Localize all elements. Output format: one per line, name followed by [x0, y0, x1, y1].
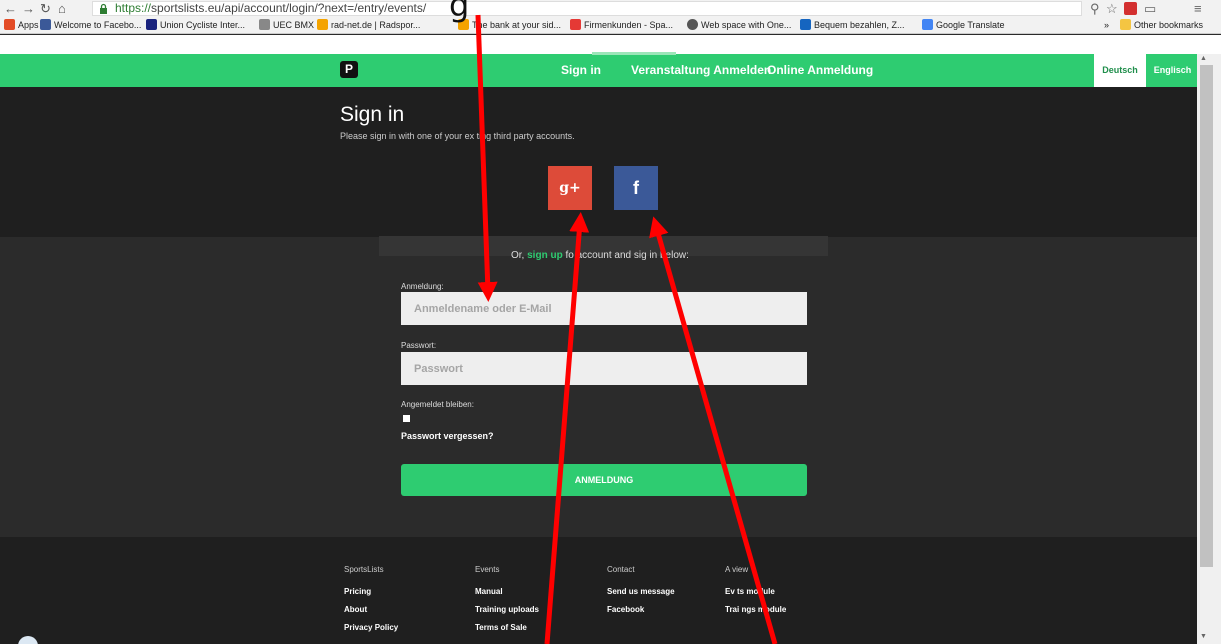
- sign-in-hero: [0, 87, 1197, 237]
- lang-deutsch[interactable]: Deutsch: [1094, 54, 1146, 87]
- bookmark-label: Firmenkunden - Spa...: [584, 20, 674, 30]
- bookmark-google-translate[interactable]: Google Translate: [922, 19, 1005, 32]
- bookmark-label: Apps: [18, 20, 39, 30]
- oneandone-icon: [687, 19, 698, 30]
- page-subtitle: Please sign in with one of your ex ting …: [340, 131, 575, 141]
- bookmark-bequem[interactable]: Bequem bezahlen, Z...: [800, 19, 905, 32]
- extension-icon[interactable]: [1124, 2, 1137, 15]
- signup-hint: Or, sign up fo account and sig in below:: [511, 250, 689, 261]
- site-footer: [0, 537, 1197, 644]
- scroll-up-icon[interactable]: ▲: [1200, 55, 1207, 62]
- sign-up-link[interactable]: sign up: [527, 250, 563, 261]
- lock-icon: [100, 3, 107, 14]
- facebook-icon: [40, 19, 51, 30]
- bookmark-label: UEC BMX: [273, 20, 315, 30]
- zoom-icon[interactable]: ⚲: [1090, 0, 1100, 17]
- footer-link-events-module[interactable]: Ev ts module: [725, 587, 775, 596]
- menu-icon[interactable]: ≡: [1194, 0, 1202, 17]
- nav-active-indicator: [592, 52, 676, 55]
- bookmark-label: Other bookmarks: [1134, 20, 1204, 30]
- cast-icon[interactable]: ▭: [1144, 0, 1156, 17]
- footer-link-manual[interactable]: Manual: [475, 587, 503, 596]
- facebook-login-button[interactable]: f: [614, 166, 658, 210]
- footer-link-pricing[interactable]: Pricing: [344, 587, 371, 596]
- footer-link-facebook[interactable]: Facebook: [607, 605, 644, 614]
- footer-link-about[interactable]: About: [344, 605, 367, 614]
- sparkasse-icon: [570, 19, 581, 30]
- facebook-icon: f: [633, 178, 639, 198]
- bookmark-apps[interactable]: Apps: [4, 19, 39, 32]
- footer-link-send-message[interactable]: Send us message: [607, 587, 675, 596]
- site-navbar: P Sign in Veranstaltung Anmelden Online …: [0, 54, 1197, 87]
- bookmarks-overflow[interactable]: »: [1104, 19, 1109, 32]
- bookmark-firmenkunden[interactable]: Firmenkunden - Spa...: [570, 19, 673, 32]
- back-icon[interactable]: ←: [4, 1, 17, 16]
- signup-hint-suffix: fo account and sig in below:: [562, 250, 689, 261]
- forgot-password-link[interactable]: Passwort vergessen?: [401, 431, 494, 441]
- footer-link-terms-of-sale[interactable]: Terms of Sale: [475, 623, 527, 632]
- password-input[interactable]: [401, 352, 807, 385]
- translate-icon: [922, 19, 933, 30]
- bookmark-label: Union Cycliste Inter...: [160, 20, 246, 30]
- other-bookmarks[interactable]: Other bookmarks: [1120, 19, 1203, 32]
- nav-online-anmeldung[interactable]: Online Anmeldung: [767, 63, 873, 77]
- google-plus-icon: g+: [559, 180, 581, 196]
- page-title: Sign in: [340, 103, 405, 126]
- footer-col-title: Contact: [607, 565, 635, 574]
- url-scheme: https://: [115, 1, 152, 15]
- password-label: Passwort:: [401, 341, 437, 350]
- bookmark-uec-bmx[interactable]: UEC BMX: [259, 19, 314, 32]
- username-input[interactable]: [401, 292, 807, 325]
- bookmark-facebook[interactable]: Welcome to Facebo...: [40, 19, 141, 32]
- address-bar[interactable]: https://sportslists.eu/api/account/login…: [92, 1, 1082, 16]
- bookmark-label: Welcome to Facebo...: [54, 20, 142, 30]
- forward-icon[interactable]: →: [22, 1, 35, 16]
- footer-link-trainings-module[interactable]: Trai ngs module: [725, 605, 786, 614]
- folder-icon: [1120, 19, 1131, 30]
- bookmark-label: Bequem bezahlen, Z...: [814, 20, 905, 30]
- login-submit-button[interactable]: ANMELDUNG: [401, 464, 807, 496]
- uec-icon: [259, 19, 270, 30]
- signup-hint-prefix: Or,: [511, 250, 528, 261]
- paypal-icon: [800, 19, 811, 30]
- site-logo[interactable]: P: [340, 61, 358, 78]
- footer-link-privacy[interactable]: Privacy Policy: [344, 623, 398, 632]
- browser-toolbar: ← → ↻ ⌂ https://sportslists.eu/api/accou…: [0, 0, 1221, 17]
- rad-net-icon: [317, 19, 328, 30]
- bookmark-label: The bank at your sid...: [472, 20, 562, 30]
- remember-checkbox[interactable]: [403, 415, 410, 422]
- apps-icon: [4, 19, 15, 30]
- footer-col-title: A view: [725, 565, 749, 574]
- url-path: sportslists.eu/api/account/login/?next=/…: [151, 1, 427, 15]
- bank-icon: [458, 19, 469, 30]
- footer-col-title: Events: [475, 565, 500, 574]
- remember-label: Angemeldet bleiben:: [401, 400, 474, 409]
- footer-col-title: SportsLists: [344, 565, 384, 574]
- bookmark-bank[interactable]: The bank at your sid...: [458, 19, 561, 32]
- bookmarks-bar: Apps Welcome to Facebo... Union Cycliste…: [0, 17, 1221, 34]
- bookmark-webspace[interactable]: Web space with One...: [687, 19, 791, 32]
- home-icon[interactable]: ⌂: [58, 1, 66, 16]
- star-icon[interactable]: ☆: [1106, 0, 1118, 17]
- footer-link-training-uploads[interactable]: Training uploads: [475, 605, 539, 614]
- google-plus-login-button[interactable]: g+: [548, 166, 592, 210]
- bookmark-uci[interactable]: Union Cycliste Inter...: [146, 19, 245, 32]
- lang-englisch[interactable]: Englisch: [1148, 54, 1197, 87]
- bookmark-label: rad-net.de | Radspor...: [331, 20, 421, 30]
- nav-veranstaltung-anmelden[interactable]: Veranstaltung Anmelden: [631, 63, 771, 77]
- bookmark-rad-net[interactable]: rad-net.de | Radspor...: [317, 19, 420, 32]
- bookmark-label: Google Translate: [936, 20, 1005, 30]
- reload-icon[interactable]: ↻: [40, 1, 51, 16]
- scroll-down-icon[interactable]: ▼: [1200, 633, 1207, 640]
- uci-icon: [146, 19, 157, 30]
- bookmark-label: Web space with One...: [701, 20, 792, 30]
- username-label: Anmeldung:: [401, 282, 444, 291]
- scrollbar-thumb[interactable]: [1200, 65, 1213, 567]
- nav-sign-in[interactable]: Sign in: [561, 63, 601, 77]
